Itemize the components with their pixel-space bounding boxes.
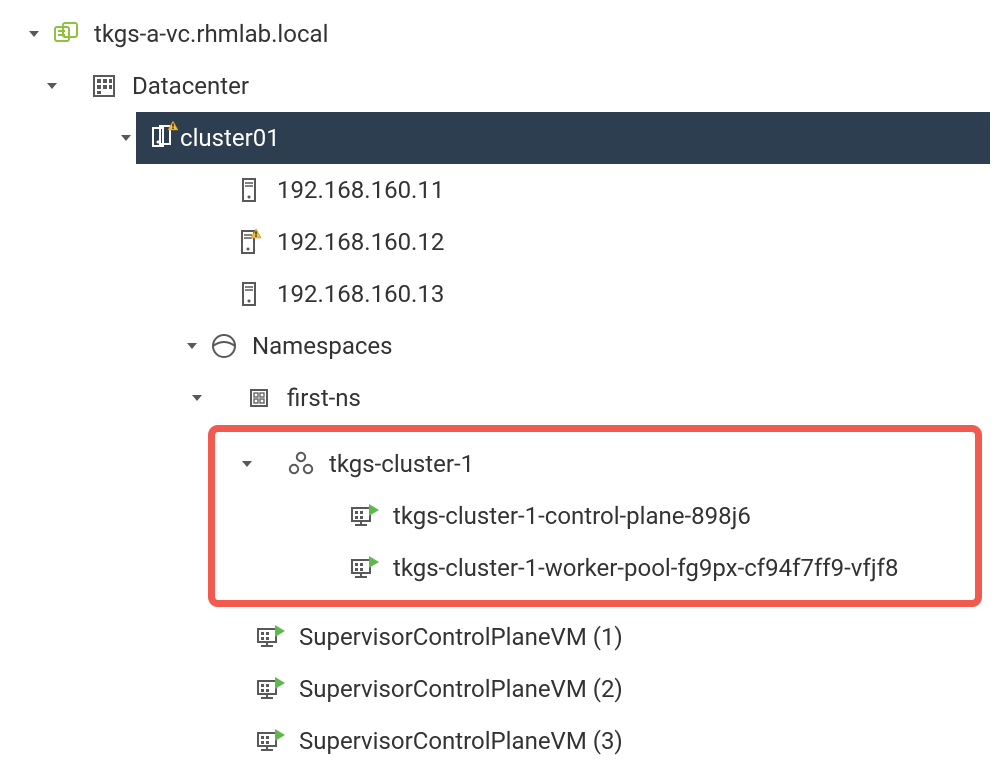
tree-node-vm[interactable]: tkgs-cluster-1-control-plane-898j6	[215, 490, 975, 542]
host-warning-icon	[231, 228, 267, 256]
chevron-down-icon[interactable]	[8, 130, 134, 146]
host-label: 192.168.160.12	[277, 228, 444, 256]
namespaces-icon	[206, 332, 242, 360]
vm-running-icon	[253, 727, 289, 755]
tree-node-vcenter[interactable]: tkgs-a-vc.rhmlab.local	[8, 8, 990, 60]
tree-node-namespaces[interactable]: Namespaces	[8, 320, 990, 372]
namespaces-label: Namespaces	[252, 332, 393, 360]
vm-running-icon	[347, 554, 383, 582]
cluster-icon	[150, 121, 180, 155]
host-icon	[231, 176, 267, 204]
chevron-down-icon[interactable]	[20, 26, 48, 42]
tree-node-tkgs-cluster[interactable]: tkgs-cluster-1	[215, 438, 975, 490]
vm-label: tkgs-cluster-1-control-plane-898j6	[393, 502, 751, 530]
tree-node-vm[interactable]: SupervisorControlPlaneVM (3)	[8, 715, 990, 767]
chevron-down-icon[interactable]	[178, 338, 206, 354]
tree-node-vm[interactable]: SupervisorControlPlaneVM (1)	[8, 611, 990, 663]
vm-running-icon	[347, 502, 383, 530]
host-label: 192.168.160.13	[277, 280, 444, 308]
vm-label: SupervisorControlPlaneVM (2)	[299, 675, 623, 703]
tkgs-cluster-icon	[283, 450, 319, 478]
namespace-label: first-ns	[287, 384, 361, 412]
host-label: 192.168.160.11	[277, 176, 444, 204]
tkgs-cluster-label: tkgs-cluster-1	[329, 450, 474, 478]
tree-node-vm[interactable]: SupervisorControlPlaneVM (2)	[8, 663, 990, 715]
tree-node-datacenter[interactable]: Datacenter	[8, 60, 990, 112]
vcenter-label: tkgs-a-vc.rhmlab.local	[94, 20, 328, 48]
highlight-annotation: tkgs-cluster-1 tkgs-cluster-1-control-pl…	[208, 425, 982, 607]
vm-label: SupervisorControlPlaneVM (1)	[299, 623, 623, 651]
vm-label: SupervisorControlPlaneVM (3)	[299, 727, 623, 755]
datacenter-icon	[86, 72, 122, 100]
vcenter-icon	[48, 20, 84, 48]
tree-node-host[interactable]: 192.168.160.13	[8, 268, 990, 320]
vm-running-icon	[253, 675, 289, 703]
tree-node-host[interactable]: 192.168.160.12	[8, 216, 990, 268]
host-icon	[231, 280, 267, 308]
vm-label: tkgs-cluster-1-worker-pool-fg9px-cf94f7f…	[393, 554, 898, 582]
cluster-label: cluster01	[180, 124, 280, 152]
namespace-icon	[241, 385, 277, 411]
tree-node-host[interactable]: 192.168.160.11	[8, 164, 990, 216]
datacenter-label: Datacenter	[132, 72, 249, 100]
chevron-down-icon[interactable]	[233, 456, 261, 472]
vm-running-icon	[253, 623, 289, 651]
tree-node-vm[interactable]: tkgs-cluster-1-worker-pool-fg9px-cf94f7f…	[215, 542, 975, 594]
tree-node-cluster[interactable]: cluster01	[8, 112, 990, 164]
chevron-down-icon[interactable]	[183, 390, 211, 406]
chevron-down-icon[interactable]	[38, 78, 66, 94]
tree-node-namespace[interactable]: first-ns	[8, 372, 990, 424]
